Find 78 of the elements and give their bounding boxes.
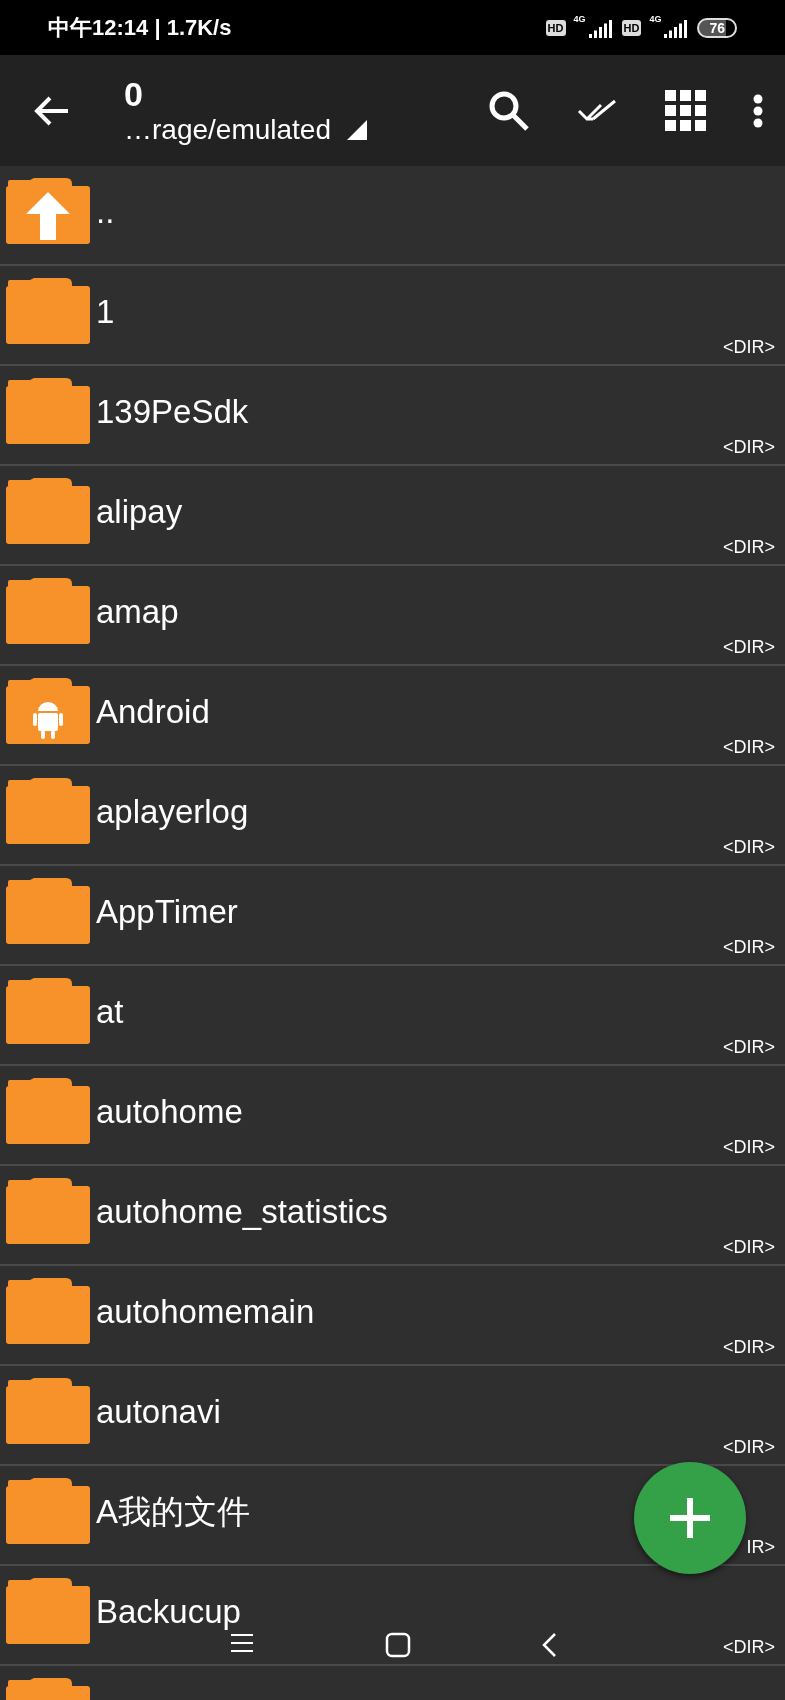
file-row[interactable]: autohome_statistics <DIR> xyxy=(0,1166,785,1266)
file-name: A我的文件 xyxy=(96,1491,250,1532)
file-type: <DIR> xyxy=(722,1037,775,1058)
folder-icon xyxy=(6,878,90,944)
file-name: autohomemain xyxy=(96,1293,315,1331)
folder-icon xyxy=(6,278,90,344)
hd-badge: HD xyxy=(545,19,566,36)
file-row[interactable]: .. xyxy=(0,166,785,266)
file-name: at xyxy=(96,993,124,1031)
file-type: <DIR> xyxy=(722,337,775,358)
parent-folder-icon xyxy=(6,178,90,244)
file-row[interactable]: Backucup <DIR> xyxy=(0,1566,785,1666)
grid-view-button[interactable] xyxy=(665,89,707,132)
folder-icon xyxy=(6,578,90,644)
signal-icon xyxy=(663,17,690,38)
file-type: <DIR> xyxy=(722,1437,775,1458)
file-type: IR> xyxy=(746,1537,775,1558)
file-name: 139PeSdk xyxy=(96,393,249,431)
file-row[interactable]: autohomemain <DIR> xyxy=(0,1266,785,1366)
android-folder-icon xyxy=(6,678,90,744)
folder-icon xyxy=(6,1478,90,1544)
file-name: amap xyxy=(96,593,179,631)
file-type: <DIR> xyxy=(722,537,775,558)
file-type: <DIR> xyxy=(722,637,775,658)
folder-icon xyxy=(6,778,90,844)
dropdown-triangle-icon xyxy=(347,120,367,140)
more-icon xyxy=(753,93,763,128)
grid-icon xyxy=(665,89,707,132)
folder-icon xyxy=(6,978,90,1044)
folder-icon xyxy=(6,378,90,444)
file-name: aplayerlog xyxy=(96,793,249,831)
file-row[interactable]: Android <DIR> xyxy=(0,666,785,766)
file-row[interactable]: aplayerlog <DIR> xyxy=(0,766,785,866)
status-time: 中午12:14 | 1.7K/s xyxy=(48,13,232,42)
file-name: autohome xyxy=(96,1093,243,1131)
file-row[interactable]: 139PeSdk <DIR> xyxy=(0,366,785,466)
more-menu-button[interactable] xyxy=(753,93,763,128)
folder-icon xyxy=(6,1578,90,1644)
file-type: <DIR> xyxy=(722,1337,775,1358)
file-type: <DIR> xyxy=(722,737,775,758)
path-dropdown[interactable]: …rage/emulated xyxy=(124,114,441,146)
file-type: <DIR> xyxy=(722,437,775,458)
file-name: .. xyxy=(96,193,115,231)
file-row[interactable]: alipay <DIR> xyxy=(0,466,785,566)
back-arrow-icon[interactable] xyxy=(34,94,70,127)
folder-icon xyxy=(6,1078,90,1144)
folder-icon xyxy=(6,1178,90,1244)
file-name: AppTimer xyxy=(96,893,238,931)
file-name: Backucup xyxy=(96,1593,241,1631)
file-name: alipay xyxy=(96,493,183,531)
folder-icon xyxy=(6,1278,90,1344)
file-type: <DIR> xyxy=(722,1237,775,1258)
folder-title: 0 xyxy=(124,75,144,114)
file-type: <DIR> xyxy=(722,937,775,958)
file-row[interactable]: 1 <DIR> xyxy=(0,266,785,366)
file-name: autonavi xyxy=(96,1393,221,1431)
file-row[interactable]: autonavi <DIR> xyxy=(0,1366,785,1466)
file-type: <DIR> xyxy=(722,837,775,858)
folder-icon xyxy=(6,1378,90,1444)
battery-indicator: 76 xyxy=(697,17,737,38)
file-name: Android xyxy=(96,693,210,731)
file-type: <DIR> xyxy=(722,1137,775,1158)
file-row[interactable]: amap <DIR> xyxy=(0,566,785,666)
file-type: <DIR> xyxy=(722,1637,775,1658)
file-row[interactable]: autohome <DIR> xyxy=(0,1066,785,1166)
menu-icon[interactable] xyxy=(228,1632,255,1654)
file-name: autohome_statistics xyxy=(96,1193,388,1231)
network-label: 4G xyxy=(649,13,662,24)
signal-icon xyxy=(587,17,614,38)
folder-icon xyxy=(6,478,90,544)
file-row[interactable]: AppTimer <DIR> xyxy=(0,866,785,966)
network-label: 4G xyxy=(573,13,586,24)
back-icon[interactable] xyxy=(540,1632,557,1658)
file-name: 1 xyxy=(96,293,115,331)
hd-badge: HD xyxy=(621,19,642,36)
plus-icon xyxy=(668,1496,712,1540)
home-square-icon[interactable] xyxy=(384,1632,411,1658)
file-row[interactable]: at <DIR> xyxy=(0,966,785,1066)
